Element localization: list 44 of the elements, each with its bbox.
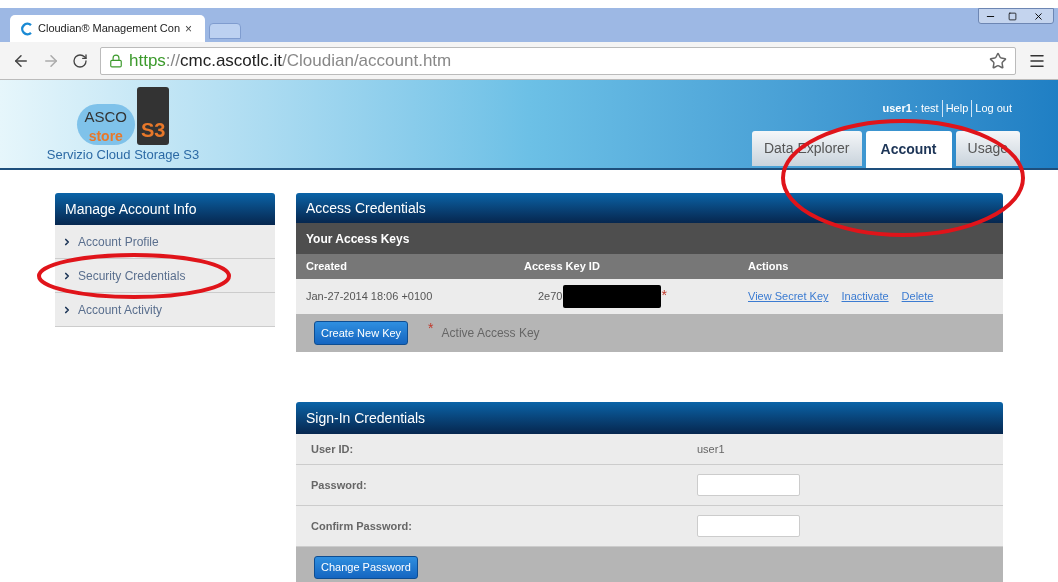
bookmark-star-icon[interactable] bbox=[989, 51, 1007, 70]
site-subtitle: Servizio Cloud Storage S3 bbox=[46, 145, 200, 164]
legend-mark: * bbox=[428, 319, 434, 338]
password-input[interactable] bbox=[697, 515, 800, 537]
sign-in-credentials-header: Sign-In Credentials bbox=[296, 402, 1003, 434]
action-link[interactable]: Delete bbox=[901, 288, 934, 305]
tab-close-button[interactable]: × bbox=[185, 19, 193, 38]
group-label: : test bbox=[914, 101, 939, 116]
field-label: Password: bbox=[311, 477, 368, 493]
sidebar-item[interactable]: Account Profile bbox=[55, 225, 275, 259]
active-key-mark: * bbox=[661, 286, 667, 305]
sidebar-item[interactable]: Account Activity bbox=[55, 293, 275, 327]
url-text: https://cmc.ascotlc.it/Cloudian/account.htm bbox=[129, 49, 452, 72]
sidebar-item[interactable]: Security Credentials bbox=[55, 259, 275, 293]
cloudian-logo-icon bbox=[20, 21, 33, 36]
header-link[interactable]: Log out bbox=[971, 100, 1012, 117]
created-cell-text: Jan-27-2014 18:06 +0100 bbox=[306, 289, 434, 305]
address-bar[interactable]: https://cmc.ascotlc.it/Cloudian/account.htm bbox=[100, 46, 1016, 75]
chevron-icon bbox=[62, 304, 72, 315]
reload-icon[interactable] bbox=[72, 52, 88, 69]
tab-title: Cloudian® Management Con bbox=[38, 21, 181, 37]
field-label: User ID: bbox=[311, 441, 355, 457]
create-new-key-button[interactable]: Create New Key bbox=[314, 321, 409, 345]
nav-tab[interactable]: Account bbox=[865, 131, 952, 168]
action-link[interactable]: View Secret Key bbox=[748, 288, 829, 305]
key-id-cell-text: 2e70 bbox=[537, 289, 563, 305]
username-label: user1 bbox=[882, 101, 912, 116]
header-link[interactable]: Help bbox=[941, 100, 969, 117]
field-label: Confirm Password: bbox=[311, 518, 413, 534]
action-link[interactable]: Inactivate bbox=[841, 288, 889, 305]
password-input[interactable] bbox=[697, 474, 800, 496]
change-password-button[interactable]: Change Password bbox=[314, 555, 418, 579]
access-keys-subheader: Your Access Keys bbox=[296, 223, 1003, 254]
browser-tab[interactable]: Cloudian® Management Con × bbox=[10, 15, 205, 42]
legend-text: Active Access Key bbox=[441, 325, 540, 342]
column-header: Actions bbox=[748, 259, 790, 275]
chevron-icon bbox=[62, 236, 72, 247]
chevron-icon bbox=[62, 270, 72, 281]
access-credentials-header: Access Credentials bbox=[296, 193, 1003, 223]
sidebar-header: Manage Account Info bbox=[55, 193, 275, 225]
lock-icon bbox=[109, 53, 123, 68]
column-header: Created bbox=[306, 259, 348, 275]
user-id-value: user1 bbox=[697, 441, 726, 457]
column-header: Access Key ID bbox=[524, 259, 601, 275]
